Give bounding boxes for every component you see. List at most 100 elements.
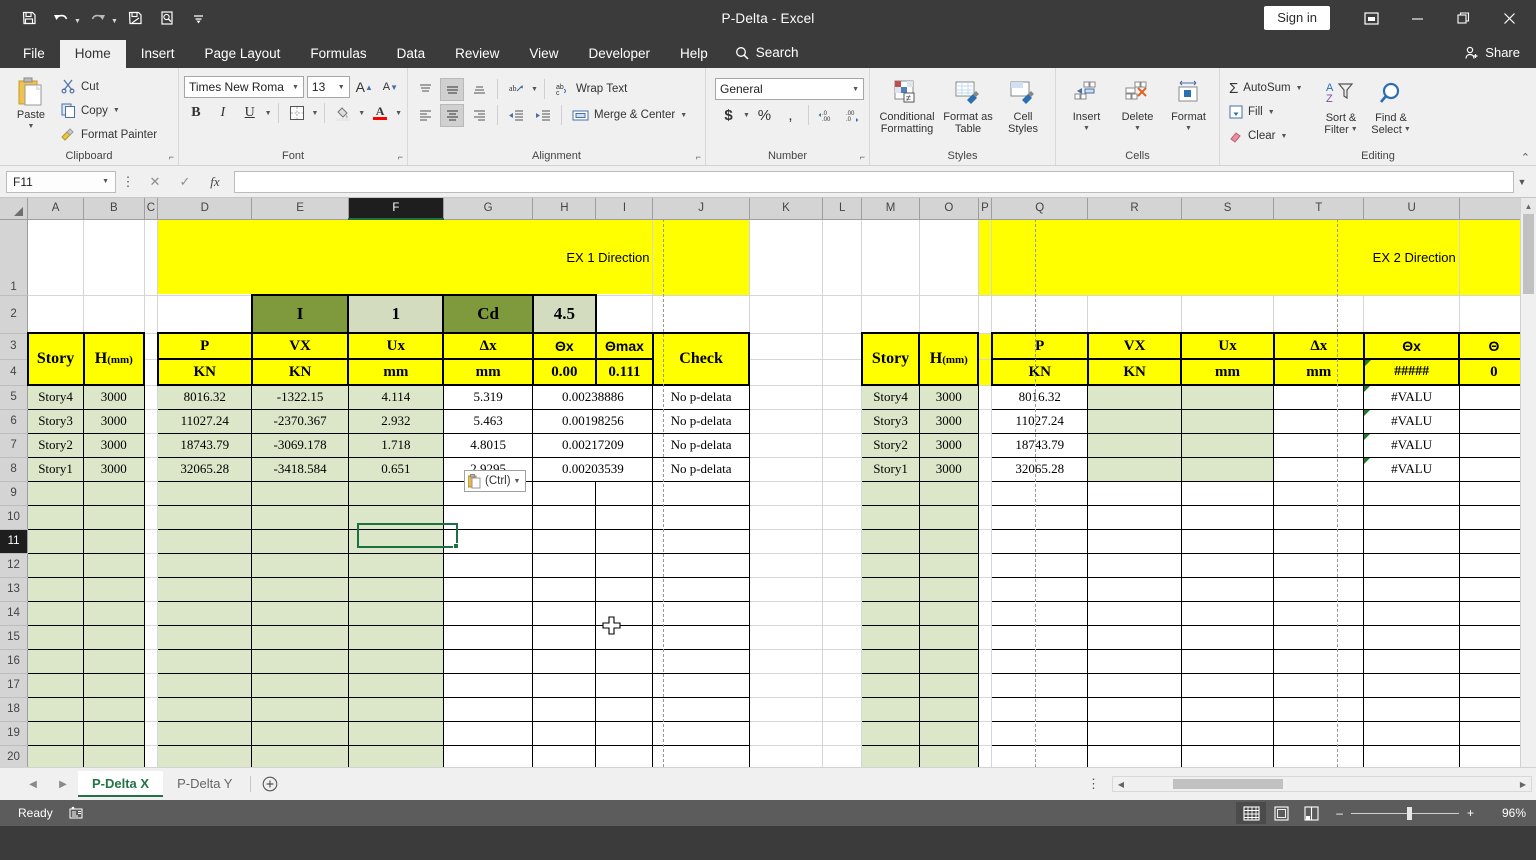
sign-in-button[interactable]: Sign in: [1264, 6, 1330, 30]
cell-T3-dx-header-2[interactable]: Δx: [1272, 332, 1365, 360]
cell-F2-i-value[interactable]: 1: [347, 294, 445, 334]
cell-O1[interactable]: [919, 219, 979, 296]
cell-S19[interactable]: [1180, 720, 1275, 746]
page-layout-view-icon[interactable]: [1266, 802, 1296, 824]
cell-G7-dx[interactable]: 4.8015: [442, 432, 534, 458]
cell-J7-check[interactable]: No p-delata: [652, 432, 750, 458]
row-header-10[interactable]: 10: [0, 505, 29, 530]
cell-S13[interactable]: [1180, 576, 1275, 602]
cell-K1[interactable]: [749, 219, 824, 296]
cell-P10[interactable]: [978, 505, 993, 530]
borders-button[interactable]: [285, 102, 309, 125]
cell-B14[interactable]: [83, 600, 145, 626]
cell-T16[interactable]: [1273, 648, 1365, 674]
cell-K17[interactable]: [749, 673, 824, 698]
cell-Q9[interactable]: [991, 480, 1089, 506]
cell-B5-h[interactable]: 3000: [83, 384, 145, 410]
cell-L8[interactable]: [822, 457, 863, 482]
cell-F17[interactable]: [347, 672, 444, 698]
format-cells-dropdown-icon[interactable]: ▼: [1185, 123, 1192, 135]
cell-D1-banner-ex1[interactable]: EX 1 Direction: [157, 219, 654, 296]
cell-U12[interactable]: [1363, 552, 1460, 578]
cell-F14[interactable]: [347, 600, 444, 626]
cell-V19[interactable]: [1458, 720, 1530, 746]
cell-I13[interactable]: [595, 576, 654, 602]
row-header-14[interactable]: 14: [0, 601, 29, 626]
cell-J9[interactable]: [652, 480, 750, 506]
cell-G4-dx-unit[interactable]: mm: [442, 358, 534, 386]
cell-G17[interactable]: [442, 672, 534, 698]
cell-M7-story-2[interactable]: Story2: [861, 432, 920, 458]
insert-cells-dropdown-icon[interactable]: ▼: [1083, 123, 1090, 135]
cell-L16[interactable]: [822, 649, 863, 674]
cell-O8-h-2[interactable]: 3000: [918, 456, 979, 482]
fill-dropdown-icon[interactable]: ▼: [1268, 109, 1275, 116]
col-header-J[interactable]: J: [652, 198, 750, 220]
clipboard-dialog-launcher[interactable]: ⌐: [169, 150, 174, 164]
increase-decimal-button[interactable]: .0.00: [815, 104, 838, 127]
cell-V17[interactable]: [1458, 672, 1530, 698]
cell-P6[interactable]: [978, 409, 993, 434]
number-format-dropdown-icon[interactable]: ▼: [852, 86, 859, 93]
cell-H19[interactable]: [532, 720, 597, 746]
col-header-U[interactable]: U: [1363, 198, 1460, 220]
cell-L3[interactable]: [822, 333, 863, 360]
cell-G10[interactable]: [442, 504, 534, 530]
cell-E17[interactable]: [251, 672, 349, 698]
cell-T4-dx-unit-2[interactable]: mm: [1272, 358, 1365, 386]
cell-U1-overflow[interactable]: [1459, 219, 1530, 296]
cell-D2[interactable]: [157, 295, 253, 334]
cell-G15[interactable]: [442, 624, 534, 650]
cell-M20[interactable]: [861, 744, 920, 767]
cell-K11[interactable]: [749, 529, 824, 554]
cell-O7-h-2[interactable]: 3000: [918, 432, 979, 458]
cell-O10[interactable]: [918, 504, 979, 530]
align-left-button[interactable]: [413, 104, 437, 127]
col-header-G[interactable]: G: [443, 198, 534, 220]
number-dialog-launcher[interactable]: ⌐: [860, 150, 865, 164]
decrease-decimal-button[interactable]: .00.0: [841, 104, 864, 127]
cell-J20[interactable]: [652, 744, 750, 767]
cell-C1[interactable]: [144, 219, 159, 296]
orientation-button[interactable]: ab: [504, 78, 528, 101]
decrease-indent-button[interactable]: [504, 104, 528, 127]
cell-U13[interactable]: [1363, 576, 1460, 602]
cell-F16[interactable]: [347, 648, 444, 674]
cell-P1[interactable]: [978, 219, 993, 296]
cell-F3-ux-header[interactable]: Ux: [347, 332, 445, 360]
cell-R10[interactable]: [1087, 504, 1182, 530]
cell-B2[interactable]: [83, 295, 145, 334]
cell-I9[interactable]: [595, 480, 654, 506]
cell-S8-ux-2[interactable]: [1180, 456, 1275, 482]
cell-I2[interactable]: [595, 295, 654, 334]
cell-L9[interactable]: [822, 481, 863, 506]
cell-F15[interactable]: [347, 624, 444, 650]
cell-Q14[interactable]: [991, 600, 1089, 626]
cell-C17[interactable]: [144, 673, 159, 698]
select-all-corner[interactable]: [0, 198, 29, 220]
cell-H18[interactable]: [532, 696, 597, 722]
cell-F10[interactable]: [347, 504, 444, 530]
font-name-input[interactable]: Times New Roma ▼: [184, 76, 304, 98]
cell-V10[interactable]: [1458, 504, 1530, 530]
cell-G19[interactable]: [442, 720, 534, 746]
cell-T9[interactable]: [1273, 480, 1365, 506]
cell-L17[interactable]: [822, 673, 863, 698]
cell-U11[interactable]: [1363, 528, 1460, 554]
cell-K4[interactable]: [749, 359, 824, 386]
cell-L14[interactable]: [822, 601, 863, 626]
cell-V11[interactable]: [1458, 528, 1530, 554]
cell-E9[interactable]: [251, 480, 349, 506]
cell-G12[interactable]: [442, 552, 534, 578]
cell-O2[interactable]: [919, 295, 979, 334]
cell-O13[interactable]: [918, 576, 979, 602]
cell-J12[interactable]: [652, 552, 750, 578]
add-sheet-button[interactable]: [255, 771, 285, 797]
cell-C11[interactable]: [144, 529, 159, 554]
cell-V2[interactable]: [1459, 295, 1530, 334]
cell-O11[interactable]: [918, 528, 979, 554]
cell-M10[interactable]: [861, 504, 920, 530]
cell-R13[interactable]: [1087, 576, 1182, 602]
cell-P4[interactable]: [978, 359, 993, 386]
cell-E10[interactable]: [251, 504, 349, 530]
